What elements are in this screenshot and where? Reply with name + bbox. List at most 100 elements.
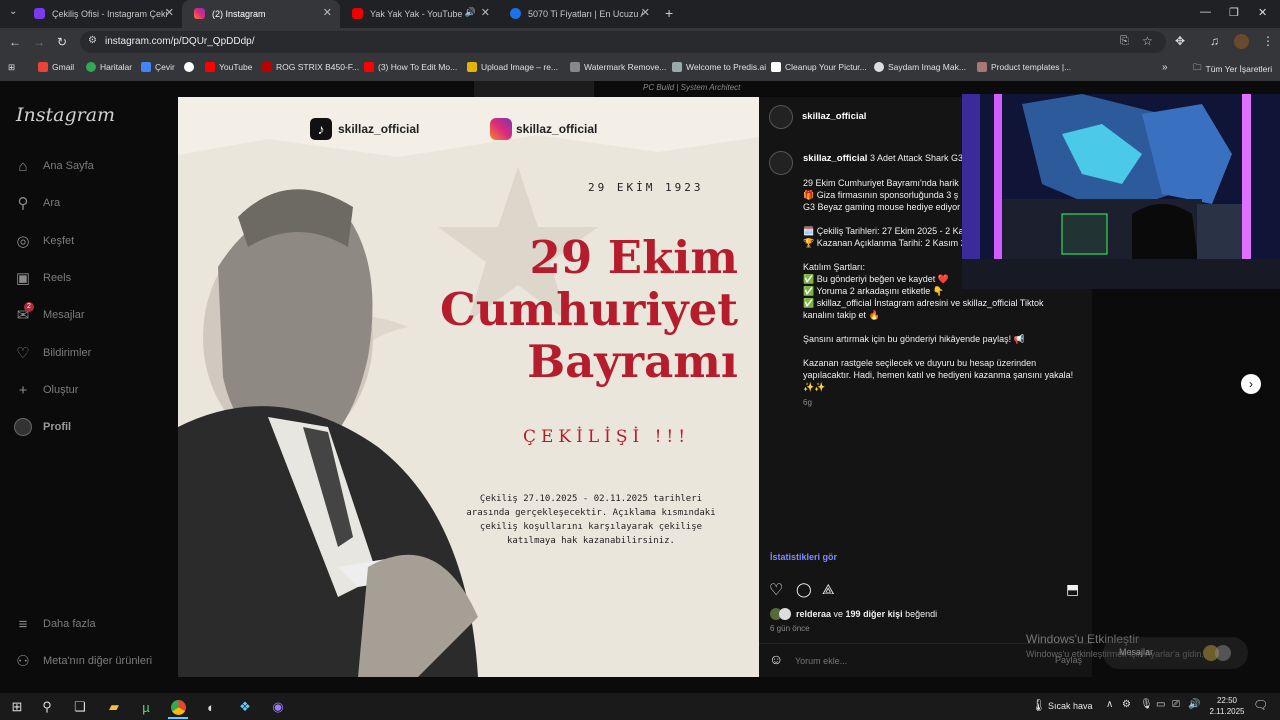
caption-line	[803, 321, 1088, 333]
gmail-icon	[38, 62, 48, 72]
search-icon[interactable]: ⚲	[37, 697, 57, 717]
comment-icon[interactable]: ◯	[796, 581, 812, 598]
caption-line: ✨✨	[803, 382, 826, 392]
menu-icon[interactable]: ⋮	[1262, 34, 1274, 48]
sidebar-item-messages[interactable]: ✉ 2 Mesajlar	[14, 302, 85, 324]
caption-line: Kazanan rastgele seçilecek ve duyuru bu …	[803, 358, 1037, 368]
liker-name[interactable]: relderaa	[796, 609, 831, 619]
star-icon[interactable]: ☆	[1142, 34, 1153, 48]
close-icon[interactable]: ✕	[641, 6, 650, 19]
bookmark-rog[interactable]: ROG STRIX B450-F...	[262, 62, 359, 72]
bookmark-youtube[interactable]: YouTube	[205, 62, 252, 72]
sidebar-more[interactable]: ≡ Daha fazla	[14, 615, 96, 633]
bookmark-product[interactable]: Product templates |...	[977, 62, 1071, 72]
back-icon[interactable]: ←	[9, 35, 21, 49]
network-icon[interactable]: ⎚	[1172, 699, 1180, 710]
minimize-button[interactable]: —	[1200, 6, 1211, 18]
utorrent-icon[interactable]: µ	[136, 697, 156, 717]
likes-summary[interactable]: relderaa ve 199 diğer kişi beğendi	[796, 609, 937, 619]
caption-age: 6g	[803, 398, 812, 407]
clock[interactable]: 22:50 2.11.2025	[1207, 695, 1247, 717]
sidebar-meta[interactable]: ⚇ Meta'nın diğer ürünleri	[14, 652, 152, 670]
insights-link[interactable]: İstatistikleri gör	[770, 552, 837, 562]
windows-start-icon[interactable]: ⊞	[7, 697, 27, 717]
apps-icon[interactable]: ⊞	[8, 62, 15, 73]
close-window-button[interactable]: ✕	[1258, 6, 1267, 19]
sidebar-item-reels[interactable]: ▣ Reels	[14, 269, 71, 287]
task-view-icon[interactable]: ❏	[70, 697, 90, 717]
close-icon[interactable]: ✕	[323, 6, 332, 19]
chrome-icon[interactable]	[168, 697, 188, 719]
tab-cekilis[interactable]: Çekiliş Ofisi - Instagram Çekiliş ✕	[22, 0, 182, 28]
bookmark-watermark[interactable]: Watermark Remove...	[570, 62, 666, 72]
notification-icon[interactable]: 🗨	[1253, 698, 1268, 712]
sidebar-item-profile[interactable]: Profil	[14, 418, 71, 436]
like-icon[interactable]: ♡	[769, 580, 783, 600]
bookmark-google[interactable]	[184, 62, 198, 72]
bookmark-saydam[interactable]: Saydam Imag Mak...	[874, 62, 966, 72]
post-time: 6 gün önce	[770, 624, 810, 633]
tab-search-icon[interactable]: ⌄	[9, 6, 17, 17]
next-post-button[interactable]: ›	[1241, 374, 1261, 394]
caption-username[interactable]: skillaz_official	[803, 153, 867, 164]
bookmark-upload[interactable]: Upload Image – re...	[467, 62, 558, 72]
tab-instagram[interactable]: (2) Instagram ✕	[182, 0, 340, 28]
youtube-icon	[205, 62, 215, 72]
media-icon[interactable]: ♫	[1210, 34, 1219, 48]
site-info-icon[interactable]: ⚙	[88, 35, 97, 46]
comment-input[interactable]	[793, 652, 997, 670]
bookmark-predis[interactable]: Welcome to Predis.ai	[672, 62, 766, 72]
reels-icon: ▣	[15, 270, 31, 287]
emoji-icon[interactable]: ☺	[769, 651, 783, 667]
weather-text[interactable]: Sıcak hava	[1048, 701, 1093, 711]
bookmark-maps[interactable]: Haritalar	[86, 62, 132, 72]
tab-youtube[interactable]: Yak Yak Yak - YouTube 🔊 ✕	[340, 0, 498, 28]
sidebar-item-create[interactable]: + Oluştur	[14, 381, 79, 399]
new-tab-button[interactable]: +	[665, 5, 673, 21]
messages-float-button[interactable]: Mesajlar	[1103, 637, 1248, 669]
save-icon[interactable]: ⬒	[1066, 581, 1079, 598]
bookmark-translate[interactable]: Çevir	[141, 62, 175, 72]
sidebar-item-home[interactable]: ⌂ Ana Sayfa	[14, 157, 93, 175]
tray-icon[interactable]: ⚙	[1122, 699, 1131, 710]
monitor-icon[interactable]: ▭	[1156, 699, 1165, 710]
favicon-icon	[510, 8, 521, 19]
caption-avatar[interactable]	[769, 151, 793, 175]
reload-icon[interactable]: ↻	[57, 35, 67, 49]
profile-avatar[interactable]	[1234, 34, 1249, 49]
more-bookmarks-icon[interactable]: »	[1162, 62, 1168, 73]
tab-5070ti[interactable]: 5070 Ti Fiyatları | En Ucuzu Akak ✕	[498, 0, 658, 28]
caption-title: 3 Adet Attack Shark G3	[869, 153, 963, 163]
tray-chevron-icon[interactable]: ∧	[1106, 699, 1113, 710]
close-icon[interactable]: ✕	[481, 6, 490, 19]
sidebar-item-explore[interactable]: ◎ Keşfet	[14, 232, 74, 250]
share-icon[interactable]: ⟁	[822, 581, 835, 598]
close-icon[interactable]: ✕	[165, 6, 174, 19]
likes-count[interactable]: 199 diğer kişi	[846, 609, 903, 619]
bookmark-howto[interactable]: (3) How To Edit Mo...	[364, 62, 457, 72]
headline-line: Bayramı	[527, 335, 738, 388]
bookmark-cleanup[interactable]: Cleanup Your Pictur...	[771, 62, 867, 72]
forward-icon[interactable]: →	[33, 35, 45, 49]
author-avatar[interactable]	[769, 105, 793, 129]
microphone-icon[interactable]: 🎙	[1140, 699, 1153, 710]
author-username[interactable]: skillaz_official	[802, 111, 866, 122]
sidebar-item-notifications[interactable]: ♡ Bildirimler	[14, 344, 91, 362]
webcam-overlay	[962, 94, 1280, 289]
extensions-icon[interactable]: ✥	[1175, 34, 1185, 48]
app-icon[interactable]: ❖	[235, 697, 255, 717]
all-bookmarks[interactable]: 🗀 Tüm Yer İşaretleri	[1193, 62, 1272, 76]
bookmark-gmail[interactable]: Gmail	[38, 62, 74, 72]
volume-icon[interactable]: 🔊	[1188, 699, 1200, 710]
instagram-logo[interactable]: Instagram	[16, 104, 115, 126]
speaker-icon[interactable]: 🔊	[465, 7, 476, 18]
file-explorer-icon[interactable]: ▰	[104, 697, 124, 717]
discord-icon[interactable]: ◉	[268, 697, 288, 717]
sidebar-item-search[interactable]: ⚲ Ara	[14, 194, 61, 212]
app-icon[interactable]: ◐	[201, 697, 221, 717]
install-app-icon[interactable]: ⎘	[1120, 35, 1129, 48]
caption-line	[803, 345, 1088, 357]
post-image[interactable]: ♪ skillaz_official skillaz_official 29 E…	[178, 97, 759, 677]
address-bar[interactable]: ⚙ instagram.com/p/DQUr_QpDDdp/ ⎘ ☆	[80, 31, 1166, 53]
restore-button[interactable]: ❐	[1229, 6, 1239, 19]
